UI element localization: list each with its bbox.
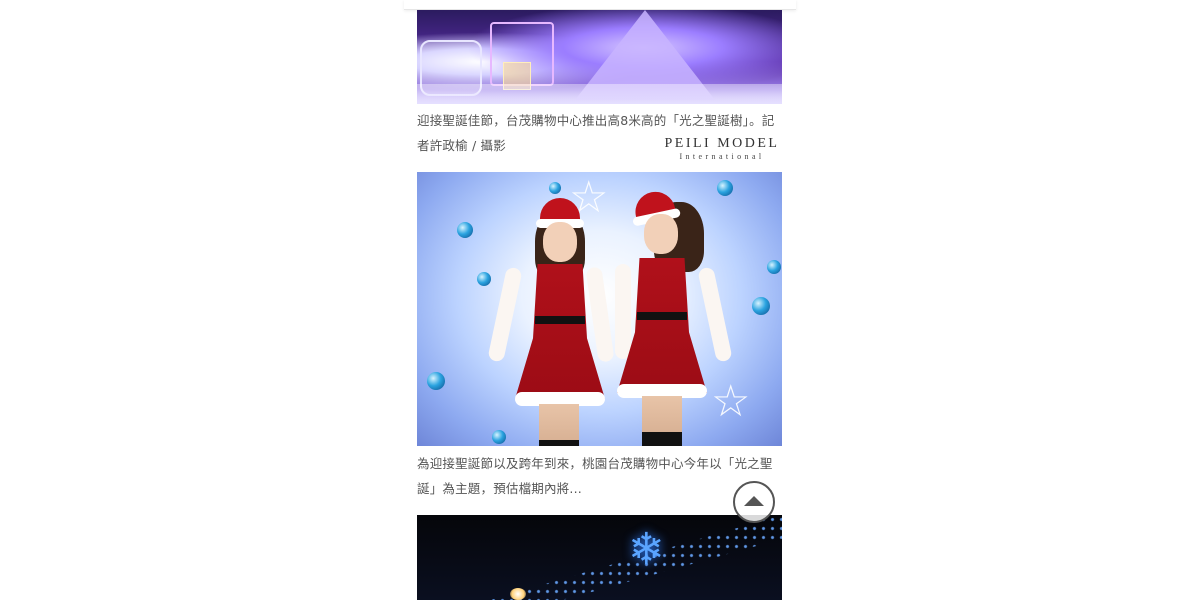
photo-belt bbox=[637, 312, 687, 320]
photo-ornament bbox=[427, 372, 445, 390]
caret-up-icon bbox=[744, 496, 764, 506]
photo-sleeve bbox=[697, 266, 733, 363]
top-header-strip bbox=[404, 0, 796, 10]
photo-face bbox=[543, 222, 577, 262]
photo-ornament bbox=[549, 182, 561, 194]
photo-sleeve bbox=[615, 264, 631, 359]
photo-ornament bbox=[492, 430, 506, 444]
photo-floor bbox=[417, 84, 782, 104]
mobile-article-page: 迎接聖誕佳節，台茂購物中心推出高8米高的「光之聖誕樹」。記者許政榆 / 攝影 P… bbox=[0, 0, 1200, 600]
photo-belt bbox=[535, 316, 585, 324]
photo-ornament bbox=[767, 260, 781, 274]
watermark-logo: PEILI MODEL International bbox=[660, 136, 784, 162]
article-photo-street-lights[interactable] bbox=[417, 515, 782, 600]
article-photo-santa-models[interactable]: ☆ ☆ bbox=[417, 172, 782, 446]
photo-ornament bbox=[752, 297, 770, 315]
photo-ornament bbox=[477, 272, 491, 286]
article-caption-2: 為迎接聖誕節以及跨年到來，桃園台茂購物中心今年以「光之聖誕」為主題，預估檔期內將… bbox=[417, 456, 773, 496]
watermark-main-text: PEILI MODEL bbox=[664, 136, 780, 151]
photo-string-lights bbox=[490, 515, 782, 600]
photo-ornament bbox=[717, 180, 733, 196]
photo-snowflake-light: ❄ bbox=[628, 524, 665, 575]
photo-legs bbox=[642, 396, 682, 446]
photo-star-decoration: ☆ bbox=[711, 376, 751, 427]
back-to-top-button[interactable] bbox=[733, 481, 775, 523]
photo-legs bbox=[539, 404, 579, 446]
photo-sleeve bbox=[487, 266, 523, 363]
photo-face bbox=[644, 214, 678, 254]
photo-lamp bbox=[510, 588, 526, 600]
watermark-sub-text: International bbox=[679, 152, 765, 161]
photo-ornament bbox=[457, 222, 473, 238]
